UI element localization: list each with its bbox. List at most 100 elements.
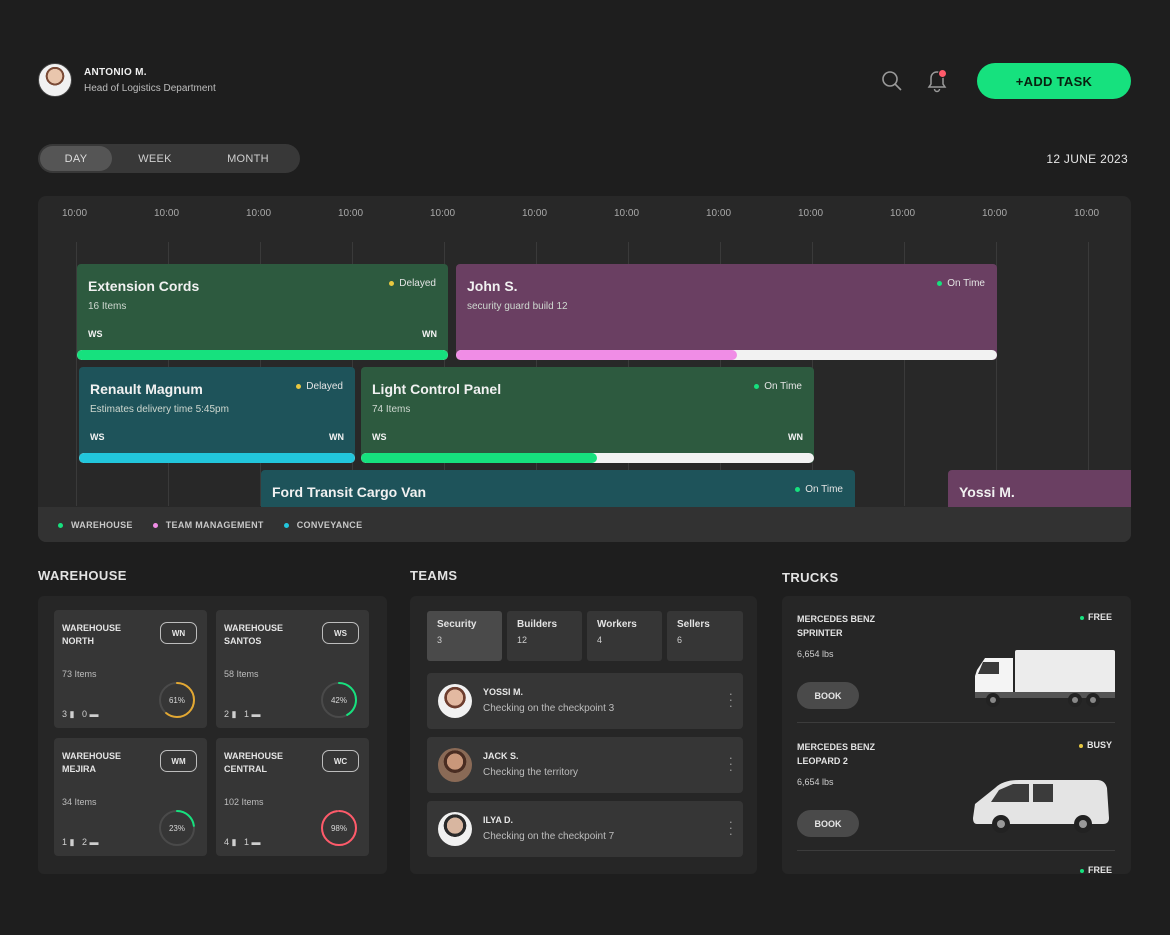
team-tab-security[interactable]: Security 3 <box>427 611 502 661</box>
current-date: 12 JUNE 2023 <box>1046 152 1128 166</box>
warehouse-badge: WN <box>160 622 197 644</box>
capacity-ring: 61% <box>159 682 195 718</box>
warehouse-card[interactable]: WAREHOUSE NORTH WN 73 Items 3 ▮ 0 ▬ 61% <box>54 610 207 728</box>
task-from: WS <box>88 329 103 339</box>
warehouse-badge: WM <box>160 750 197 772</box>
avatar <box>438 748 472 782</box>
warehouse-card[interactable]: WAREHOUSE MEJIRA WM 34 Items 1 ▮ 2 ▬ 23% <box>54 738 207 856</box>
task-subtitle: 74 Items <box>372 404 411 415</box>
warehouse-name: WAREHOUSE CENTRAL <box>224 751 284 774</box>
warehouse-panel: WAREHOUSE NORTH WN 73 Items 3 ▮ 0 ▬ 61% WAREH… <box>38 596 387 874</box>
capacity-ring: 23% <box>159 810 195 846</box>
task-subtitle: security guard build 12 <box>467 301 568 312</box>
task-subtitle: 16 Items <box>88 301 127 312</box>
avatar <box>438 684 472 718</box>
warehouse-items: 73 Items <box>62 669 97 679</box>
time-tick: 10:00 <box>798 208 824 219</box>
task-card[interactable]: Extension Cords 16 Items Delayed WS WN <box>77 264 448 360</box>
divider <box>797 850 1115 851</box>
time-tick: 10:00 <box>890 208 916 219</box>
divider <box>797 722 1115 723</box>
team-member[interactable]: JACK S. Checking the territory · · · <box>427 737 743 793</box>
member-name: YOSSI M. <box>483 687 524 697</box>
notification-dot <box>938 69 947 78</box>
team-member[interactable]: ILYA D. Checking on the checkpoint 7 · · · <box>427 801 743 857</box>
legend-warehouse[interactable]: WAREHOUSE <box>58 520 133 530</box>
task-card[interactable]: John S. security guard build 12 On Time <box>456 264 997 360</box>
team-tab-workers[interactable]: Workers 4 <box>587 611 662 661</box>
trucks-heading: TRUCKS <box>782 570 839 585</box>
truck-status: FREE <box>1079 612 1112 622</box>
warehouse-name: WAREHOUSE NORTH <box>62 623 122 646</box>
capacity-label: 98% <box>331 824 347 833</box>
member-desc: Checking on the checkpoint 7 <box>483 831 615 842</box>
time-tick: 10:00 <box>522 208 548 219</box>
warehouse-items: 102 Items <box>224 797 264 807</box>
avatar <box>438 812 472 846</box>
tab-month[interactable]: MONTH <box>198 146 298 171</box>
time-tick: 10:00 <box>614 208 640 219</box>
warehouse-card[interactable]: WAREHOUSE SANTOS WS 58 Items 2 ▮ 1 ▬ 42% <box>216 610 369 728</box>
warehouse-counts: 1 ▮ 2 ▬ <box>62 837 99 847</box>
warehouse-badge: WC <box>322 750 359 772</box>
task-card[interactable]: Light Control Panel 74 Items On Time WS … <box>361 367 814 463</box>
member-desc: Checking on the checkpoint 3 <box>483 703 615 714</box>
task-status: Delayed <box>296 381 343 392</box>
task-status: On Time <box>795 484 843 495</box>
task-title: Yossi M. <box>959 484 1015 500</box>
time-tick: 10:00 <box>154 208 180 219</box>
avatar[interactable] <box>38 63 72 97</box>
task-title: Renault Magnum <box>90 381 203 397</box>
task-status: On Time <box>754 381 802 392</box>
task-title: Ford Transit Cargo Van <box>272 484 427 500</box>
more-icon[interactable]: · · · <box>729 815 733 840</box>
book-button[interactable]: BOOK <box>797 682 859 709</box>
warehouse-badge: WS <box>322 622 359 644</box>
capacity-label: 61% <box>169 696 185 705</box>
progress-bar <box>79 453 355 463</box>
time-tick: 10:00 <box>338 208 364 219</box>
tab-week[interactable]: WEEK <box>112 146 198 171</box>
timeline-legend: WAREHOUSE TEAM MANAGEMENT CONVEYANCE <box>38 507 1131 542</box>
warehouse-heading: WAREHOUSE <box>38 568 127 583</box>
progress-bar <box>77 350 448 360</box>
task-title: Extension Cords <box>88 278 200 294</box>
task-card[interactable]: Renault Magnum Estimates delivery time 5… <box>79 367 355 463</box>
legend-conveyance[interactable]: CONVEYANCE <box>283 520 363 530</box>
time-tick: 10:00 <box>246 208 272 219</box>
more-icon[interactable]: · · · <box>729 687 733 712</box>
user-role: Head of Logistics Department <box>84 83 216 94</box>
time-tick: 10:00 <box>62 208 88 219</box>
team-tab-sellers[interactable]: Sellers 6 <box>667 611 743 661</box>
team-member[interactable]: YOSSI M. Checking on the checkpoint 3 · ·… <box>427 673 743 729</box>
van-image <box>973 780 1109 833</box>
task-from: WS <box>372 432 387 442</box>
truck-item: MERCEDES BENZ LEOPARD 2 6,654 lbs BUSY B… <box>797 740 1115 850</box>
truck-name: MERCEDES BENZ SPRINTER <box>797 614 876 638</box>
member-name: ILYA D. <box>483 815 514 825</box>
view-tabs: DAY WEEK MONTH <box>38 144 300 173</box>
task-title: Light Control Panel <box>372 381 502 397</box>
warehouse-counts: 4 ▮ 1 ▬ <box>224 837 261 847</box>
task-subtitle: Estimates delivery time 5:45pm <box>90 404 229 415</box>
member-desc: Checking the territory <box>483 767 579 778</box>
capacity-ring: 42% <box>321 682 357 718</box>
truck-item: MERCEDES BENZ SPRINTER 6,654 lbs FREE BO… <box>797 612 1115 722</box>
task-status: On Time <box>937 278 985 289</box>
capacity-label: 42% <box>331 696 347 705</box>
bell-icon[interactable] <box>926 69 948 93</box>
capacity-label: 23% <box>169 824 185 833</box>
warehouse-card[interactable]: WAREHOUSE CENTRAL WC 102 Items 4 ▮ 1 ▬ 98% <box>216 738 369 856</box>
teams-heading: TEAMS <box>410 568 458 583</box>
legend-team-management[interactable]: TEAM MANAGEMENT <box>152 520 264 530</box>
time-tick: 10:00 <box>430 208 456 219</box>
warehouse-items: 34 Items <box>62 797 97 807</box>
tab-day[interactable]: DAY <box>40 146 112 171</box>
book-button[interactable]: BOOK <box>797 810 859 837</box>
add-task-button[interactable]: +ADD TASK <box>977 63 1131 99</box>
search-icon[interactable] <box>880 69 904 93</box>
team-tab-builders[interactable]: Builders 12 <box>507 611 582 661</box>
more-icon[interactable]: · · · <box>729 751 733 776</box>
truck-image <box>975 650 1115 707</box>
warehouse-name: WAREHOUSE SANTOS <box>224 623 284 646</box>
